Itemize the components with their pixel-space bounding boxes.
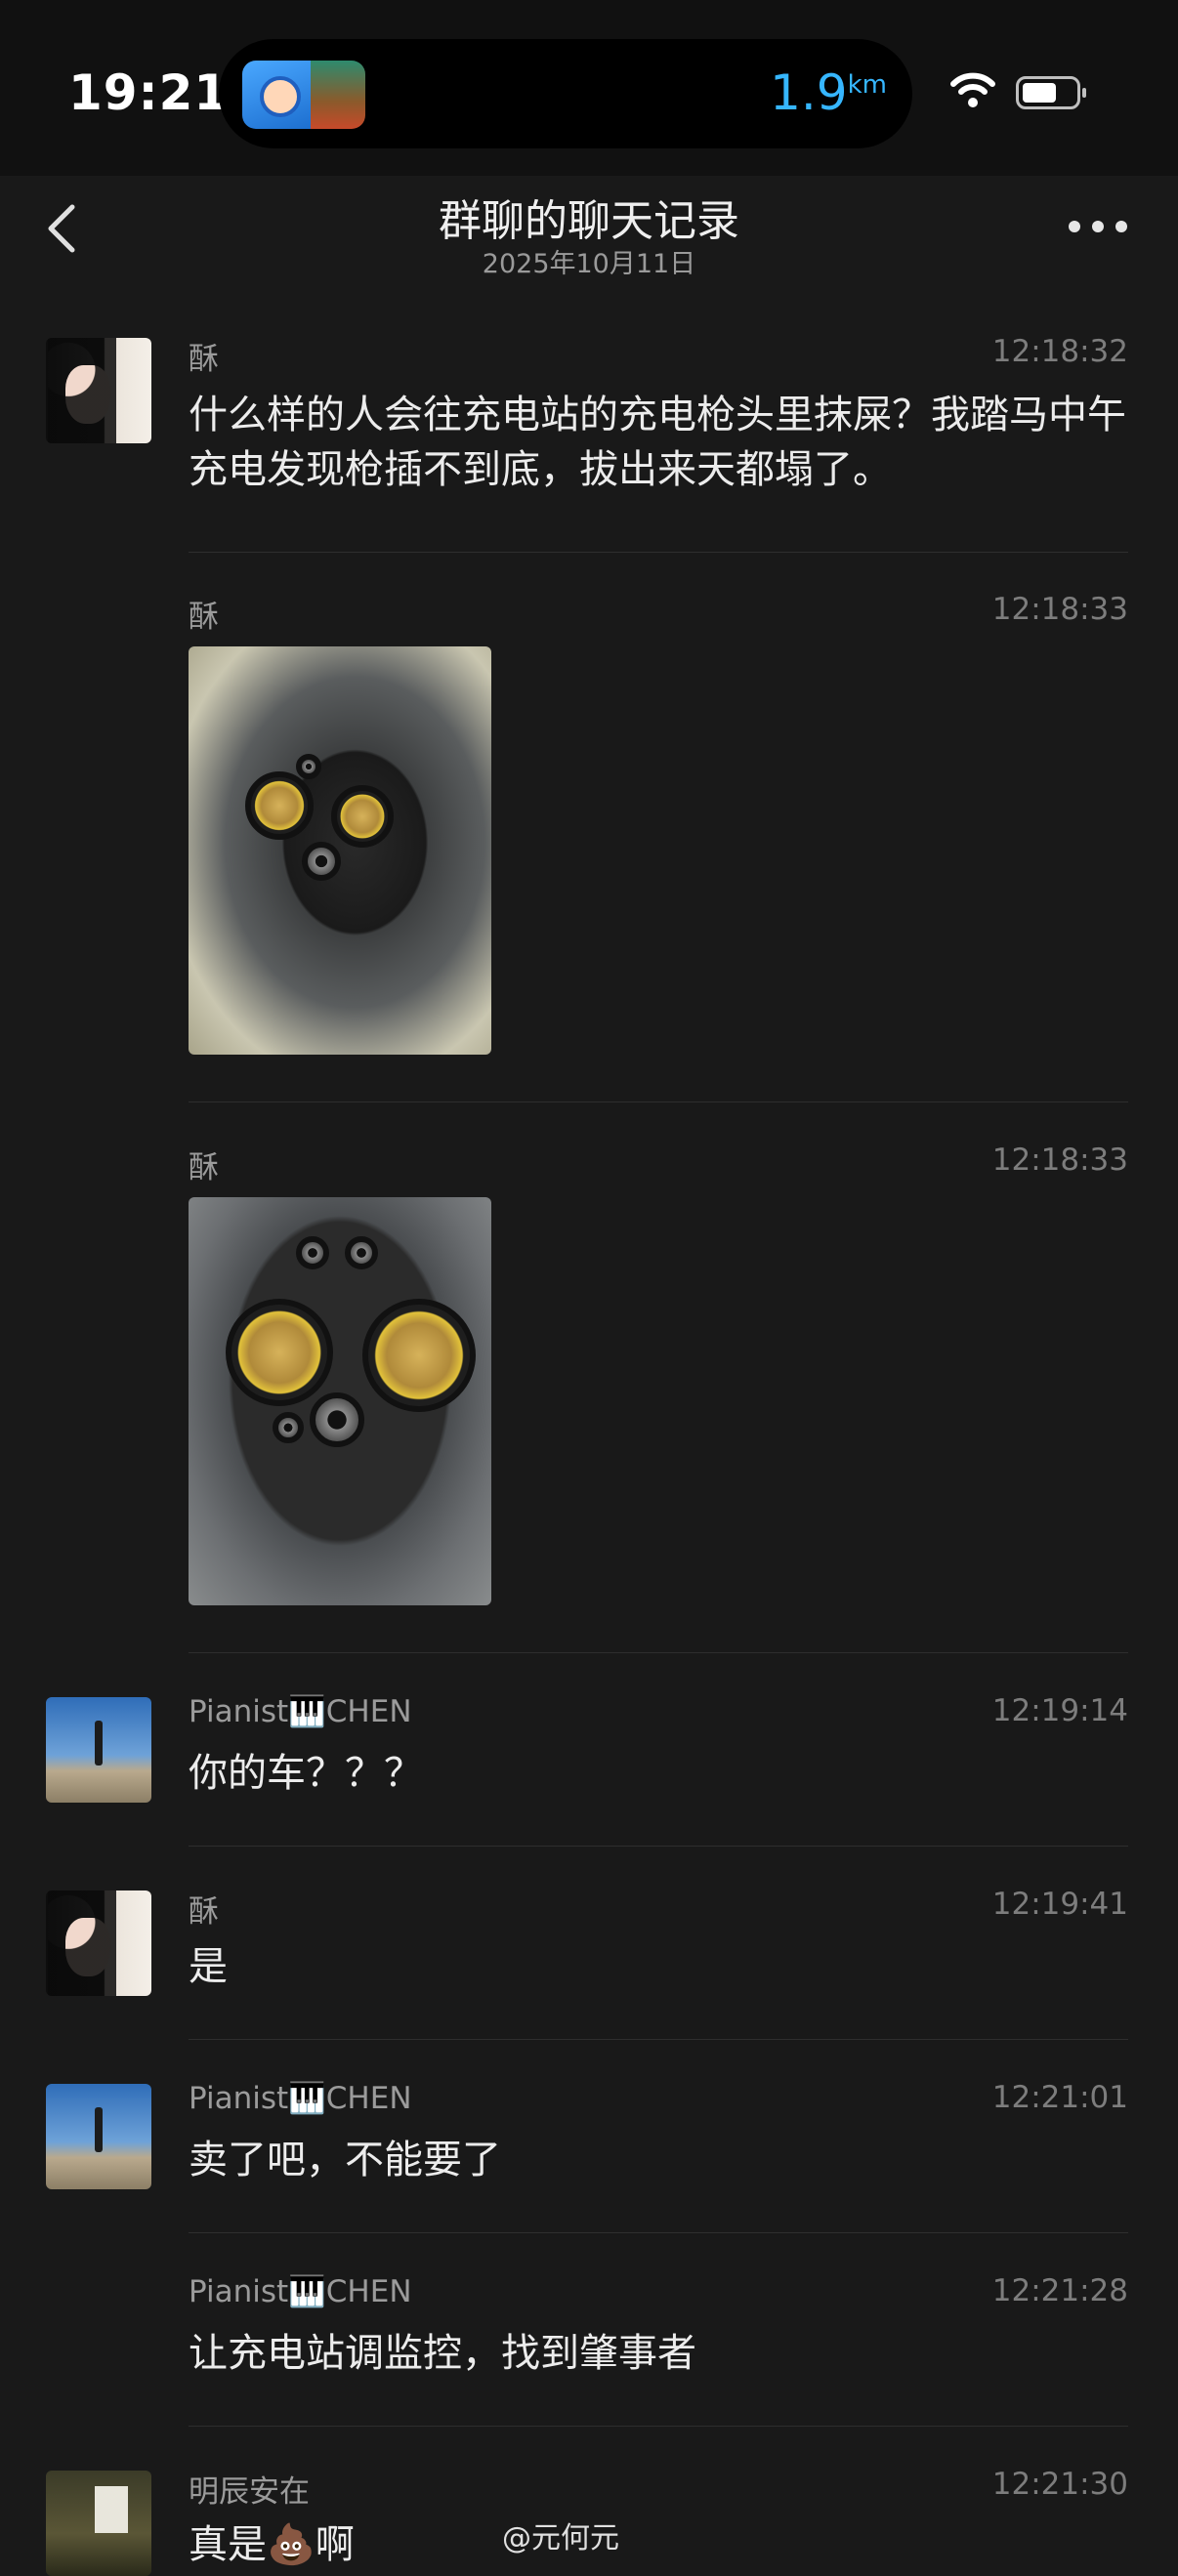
sender-name: Pianist🎹CHEN bbox=[189, 1694, 412, 1729]
sender-name: Pianist🎹CHEN bbox=[189, 2081, 412, 2116]
message-text[interactable]: 让充电站调监控，找到肇事者 bbox=[189, 2326, 1126, 2381]
message-time: 12:18:33 bbox=[991, 592, 1128, 627]
sender-name: Pianist🎹CHEN bbox=[189, 2274, 412, 2309]
avatar[interactable] bbox=[46, 1890, 151, 1996]
divider bbox=[189, 2039, 1128, 2040]
battery-icon bbox=[1016, 76, 1086, 109]
divider bbox=[189, 1846, 1128, 1847]
status-bar: 19:21 1.9km bbox=[0, 0, 1178, 176]
divider bbox=[189, 552, 1128, 553]
page-subtitle: 2025年10月11日 bbox=[482, 249, 696, 279]
status-time: 19:21 bbox=[68, 64, 230, 121]
message-image[interactable] bbox=[189, 646, 491, 1055]
avatar[interactable] bbox=[46, 1697, 151, 1803]
avatar[interactable] bbox=[46, 338, 151, 443]
divider bbox=[189, 2232, 1128, 2233]
ellipsis-icon[interactable] bbox=[1069, 221, 1127, 236]
watermark: @元何元 bbox=[502, 2521, 619, 2555]
sender-name: 酥 bbox=[189, 1894, 219, 1930]
navigation-app-icon bbox=[242, 61, 365, 129]
message-time: 12:21:30 bbox=[991, 2467, 1128, 2502]
message-image[interactable] bbox=[189, 1197, 491, 1605]
avatar[interactable] bbox=[46, 2084, 151, 2189]
message-time: 12:18:33 bbox=[991, 1143, 1128, 1178]
divider bbox=[189, 2426, 1128, 2427]
message-text[interactable]: 你的车？？？ bbox=[189, 1746, 1126, 1801]
message-text[interactable]: 是 bbox=[189, 1939, 1126, 1994]
message-time: 12:18:32 bbox=[991, 334, 1128, 369]
sender-name: 酥 bbox=[189, 600, 219, 635]
message-text[interactable]: 什么样的人会往充电站的充电枪头里抹屎？我踏马中午充电发现枪插不到底，拔出来天都塌… bbox=[189, 388, 1126, 497]
message-text[interactable]: 卖了吧，不能要了 bbox=[189, 2133, 1126, 2187]
page-title: 群聊的聊天记录 bbox=[439, 196, 739, 246]
message-time: 12:19:41 bbox=[991, 1887, 1128, 1922]
sender-name: 酥 bbox=[189, 1150, 219, 1185]
message-time: 12:21:28 bbox=[991, 2273, 1128, 2308]
sender-name: 明辰安在 bbox=[189, 2474, 310, 2510]
dynamic-island[interactable]: 1.9km bbox=[219, 39, 912, 148]
wifi-icon bbox=[950, 72, 995, 107]
sender-name: 酥 bbox=[189, 342, 219, 377]
message-text[interactable]: 真是💩啊 bbox=[189, 2517, 1126, 2572]
divider bbox=[189, 1101, 1128, 1102]
message-time: 12:21:01 bbox=[991, 2080, 1128, 2115]
divider bbox=[189, 1652, 1128, 1653]
message-time: 12:19:14 bbox=[991, 1693, 1128, 1728]
distance-readout: 1.9km bbox=[770, 64, 887, 121]
